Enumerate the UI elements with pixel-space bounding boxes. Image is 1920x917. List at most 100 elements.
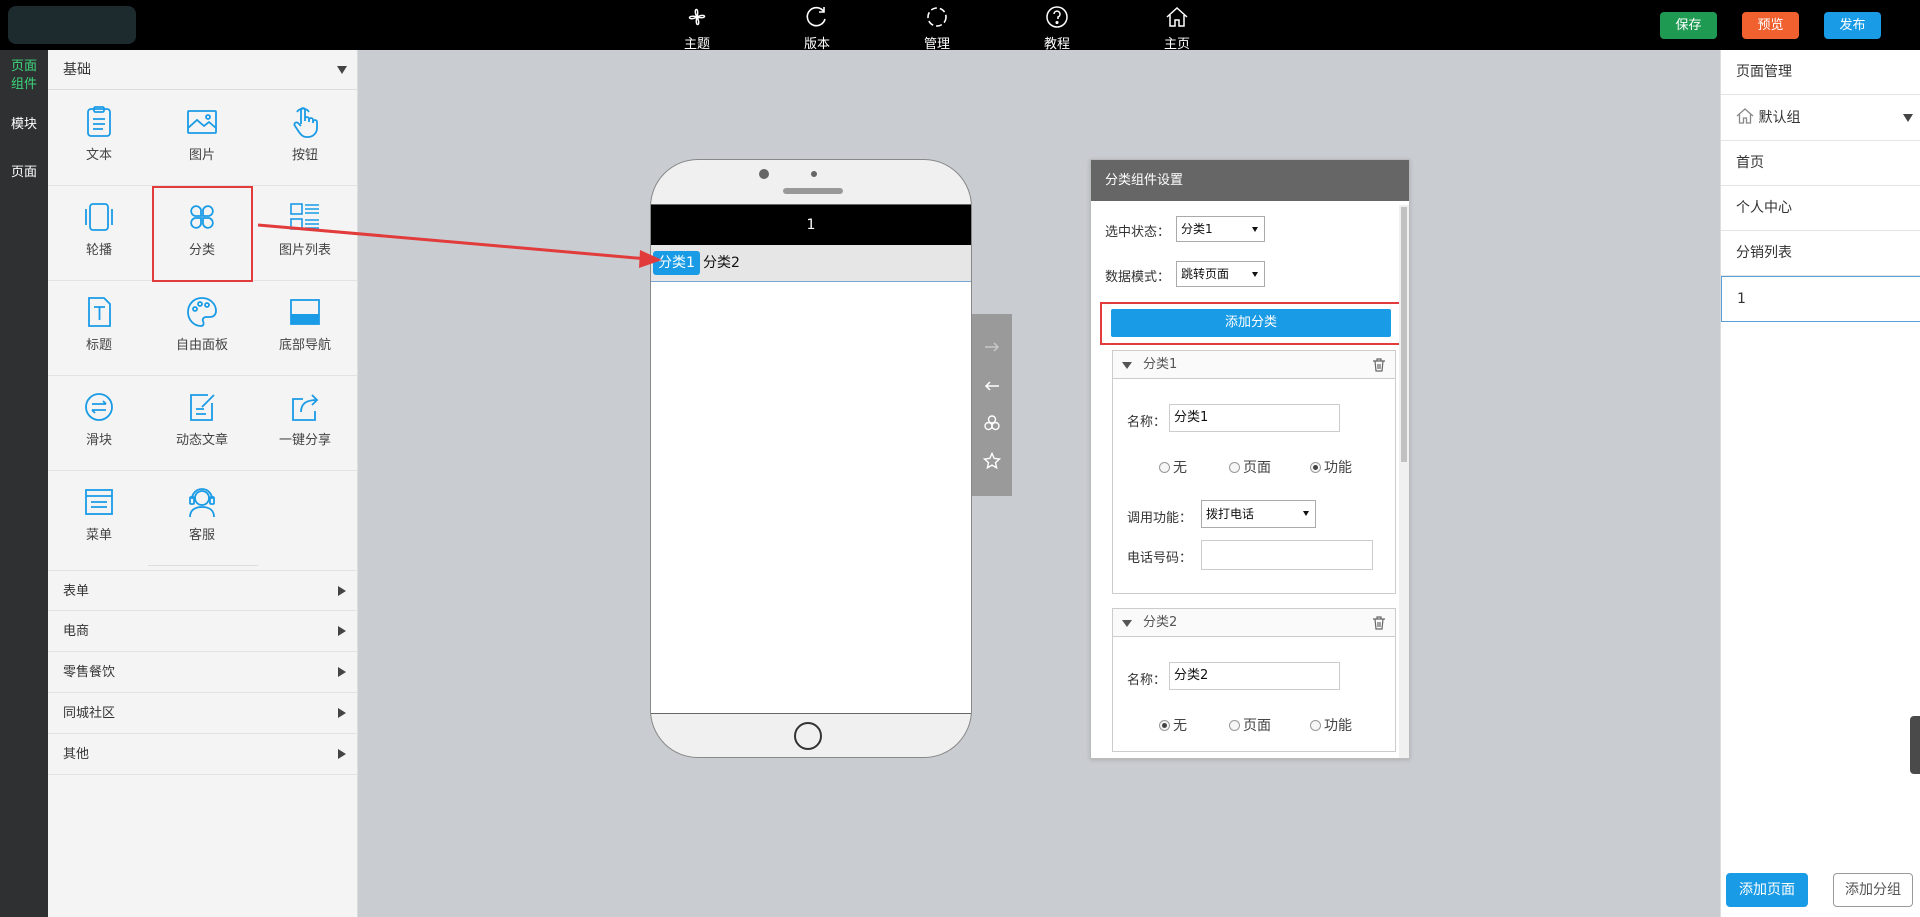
component-dynamic-article[interactable]: 动态文章: [151, 375, 253, 470]
phone-camera: [759, 169, 769, 179]
radio-dot: [1310, 720, 1321, 731]
pointer-hand-icon: [293, 107, 318, 138]
side-tab-widget[interactable]: [1910, 716, 1920, 774]
nav-version[interactable]: 版本: [777, 2, 857, 52]
category-other-label: 其他: [63, 747, 90, 762]
category-ecommerce-label: 电商: [63, 624, 90, 639]
radio-page[interactable]: 页面: [1229, 715, 1271, 735]
arrow-left-icon[interactable]: [983, 377, 1001, 395]
selected-state-value: 分类1: [1181, 222, 1213, 236]
page-item-home[interactable]: 首页: [1721, 141, 1920, 186]
component-slider[interactable]: 滑块: [48, 375, 150, 470]
function-value: 拨打电话: [1206, 507, 1255, 521]
add-group-button[interactable]: 添加分组: [1833, 873, 1913, 907]
component-image-list[interactable]: 图片列表: [254, 185, 356, 280]
phone-tab-1[interactable]: 分类1: [653, 251, 700, 275]
component-menu[interactable]: 菜单: [48, 470, 150, 565]
nav-home[interactable]: 主页: [1137, 2, 1217, 52]
category-name-input[interactable]: 分类2: [1169, 662, 1340, 690]
slider-icon: [85, 393, 113, 421]
phone-page-title: 1: [651, 205, 971, 245]
component-customer-service-label: 客服: [188, 528, 215, 543]
page-item-distribution-list[interactable]: 分销列表: [1721, 231, 1920, 276]
component-share-label: 一键分享: [278, 433, 331, 448]
chevron-right-icon: [338, 626, 346, 636]
component-slider-label: 滑块: [85, 433, 112, 448]
category-ecommerce[interactable]: 电商: [48, 611, 358, 652]
chevron-right-icon: [338, 708, 346, 718]
basic-section-header[interactable]: 基础: [48, 50, 357, 90]
radio-none[interactable]: 无: [1159, 457, 1187, 477]
component-image[interactable]: 图片: [151, 90, 253, 185]
chevron-down-icon: [1903, 114, 1913, 122]
category-name-input[interactable]: 分类1: [1169, 404, 1340, 432]
component-button[interactable]: 按钮: [254, 90, 356, 185]
nav-tutorial[interactable]: 教程: [1017, 2, 1097, 52]
carousel-icon: [85, 203, 113, 231]
radio-page[interactable]: 页面: [1229, 457, 1271, 477]
function-select[interactable]: 拨打电话: [1201, 500, 1316, 528]
group-selector[interactable]: 默认组: [1721, 95, 1920, 141]
radio-function[interactable]: 功能: [1310, 715, 1352, 735]
trash-icon[interactable]: [1371, 357, 1387, 373]
category-card-1-header[interactable]: 分类1: [1113, 351, 1395, 379]
component-title[interactable]: 标题: [48, 280, 150, 375]
phone-number-label: 电话号码：: [1127, 551, 1193, 566]
selected-state-label: 选中状态：: [1105, 225, 1171, 240]
component-customer-service[interactable]: 客服: [151, 470, 253, 565]
radio-none[interactable]: 无: [1159, 715, 1187, 735]
circles-icon[interactable]: [983, 414, 1001, 432]
radio-function[interactable]: 功能: [1310, 457, 1352, 477]
radio-none-label: 无: [1173, 460, 1187, 476]
category-settings-panel: 分类组件设置 选中状态： 分类1 数据模式： 跳转页面 添加分类 分类1 名称：…: [1090, 159, 1410, 759]
strip-item-page-components[interactable]: 页面组件: [0, 58, 48, 94]
star-icon[interactable]: [983, 452, 1001, 470]
preview-button[interactable]: 预览: [1742, 12, 1799, 39]
data-mode-select[interactable]: 跳转页面: [1176, 261, 1265, 287]
component-share[interactable]: 一键分享: [254, 375, 356, 470]
new-page-name-input[interactable]: 1: [1721, 276, 1920, 322]
dropdown-caret-icon: [1252, 272, 1258, 277]
selected-state-select[interactable]: 分类1: [1176, 216, 1265, 242]
component-free-panel[interactable]: 自由面板: [151, 280, 253, 375]
component-text[interactable]: 文本: [48, 90, 150, 185]
arrow-right-icon[interactable]: [983, 338, 1001, 356]
component-carousel[interactable]: 轮播: [48, 185, 150, 280]
strip-item-modules[interactable]: 模块: [0, 116, 48, 134]
trash-icon[interactable]: [1371, 615, 1387, 631]
phone-number-input[interactable]: [1201, 540, 1373, 570]
page-item-personal-center[interactable]: 个人中心: [1721, 186, 1920, 231]
radio-page-label: 页面: [1243, 718, 1271, 734]
question-icon: [1046, 6, 1068, 28]
component-menu-label: 菜单: [85, 528, 112, 543]
radio-function-label: 功能: [1324, 460, 1352, 476]
data-mode-value: 跳转页面: [1181, 267, 1230, 281]
category-form[interactable]: 表单: [48, 570, 358, 611]
image-list-icon: [290, 203, 319, 230]
page-manager-panel: 页面管理 默认组 首页 个人中心 分销列表 1 添加页面 添加分组: [1720, 50, 1920, 917]
component-bottom-nav[interactable]: 底部导航: [254, 280, 356, 375]
collapse-triangle-icon: [1122, 620, 1132, 627]
phone-tab-2[interactable]: 分类2: [698, 251, 745, 275]
category-retail-dining[interactable]: 零售餐饮: [48, 652, 358, 693]
radio-none-label: 无: [1173, 718, 1187, 734]
title-t-icon: [88, 297, 111, 327]
category-form-label: 表单: [63, 584, 90, 599]
save-button[interactable]: 保存: [1660, 12, 1717, 39]
category-card-1-title: 分类1: [1143, 357, 1178, 372]
customer-service-icon: [189, 488, 215, 518]
category-tabs[interactable]: 分类1 分类2: [651, 245, 971, 282]
publish-button[interactable]: 发布: [1824, 12, 1881, 39]
home-icon: [1736, 108, 1754, 124]
nav-manage[interactable]: 管理: [897, 2, 977, 52]
category-local-community[interactable]: 同城社区: [48, 693, 358, 734]
category-other[interactable]: 其他: [48, 734, 358, 775]
image-icon: [187, 110, 217, 134]
settings-scrollbar-thumb[interactable]: [1401, 207, 1407, 462]
category-card-2-header[interactable]: 分类2: [1113, 609, 1395, 637]
dropdown-caret-icon: [1252, 227, 1258, 232]
strip-item-pages[interactable]: 页面: [0, 164, 48, 182]
add-page-button[interactable]: 添加页面: [1726, 873, 1808, 907]
phone-home-button: [794, 722, 822, 750]
nav-theme[interactable]: 主题: [657, 2, 737, 52]
